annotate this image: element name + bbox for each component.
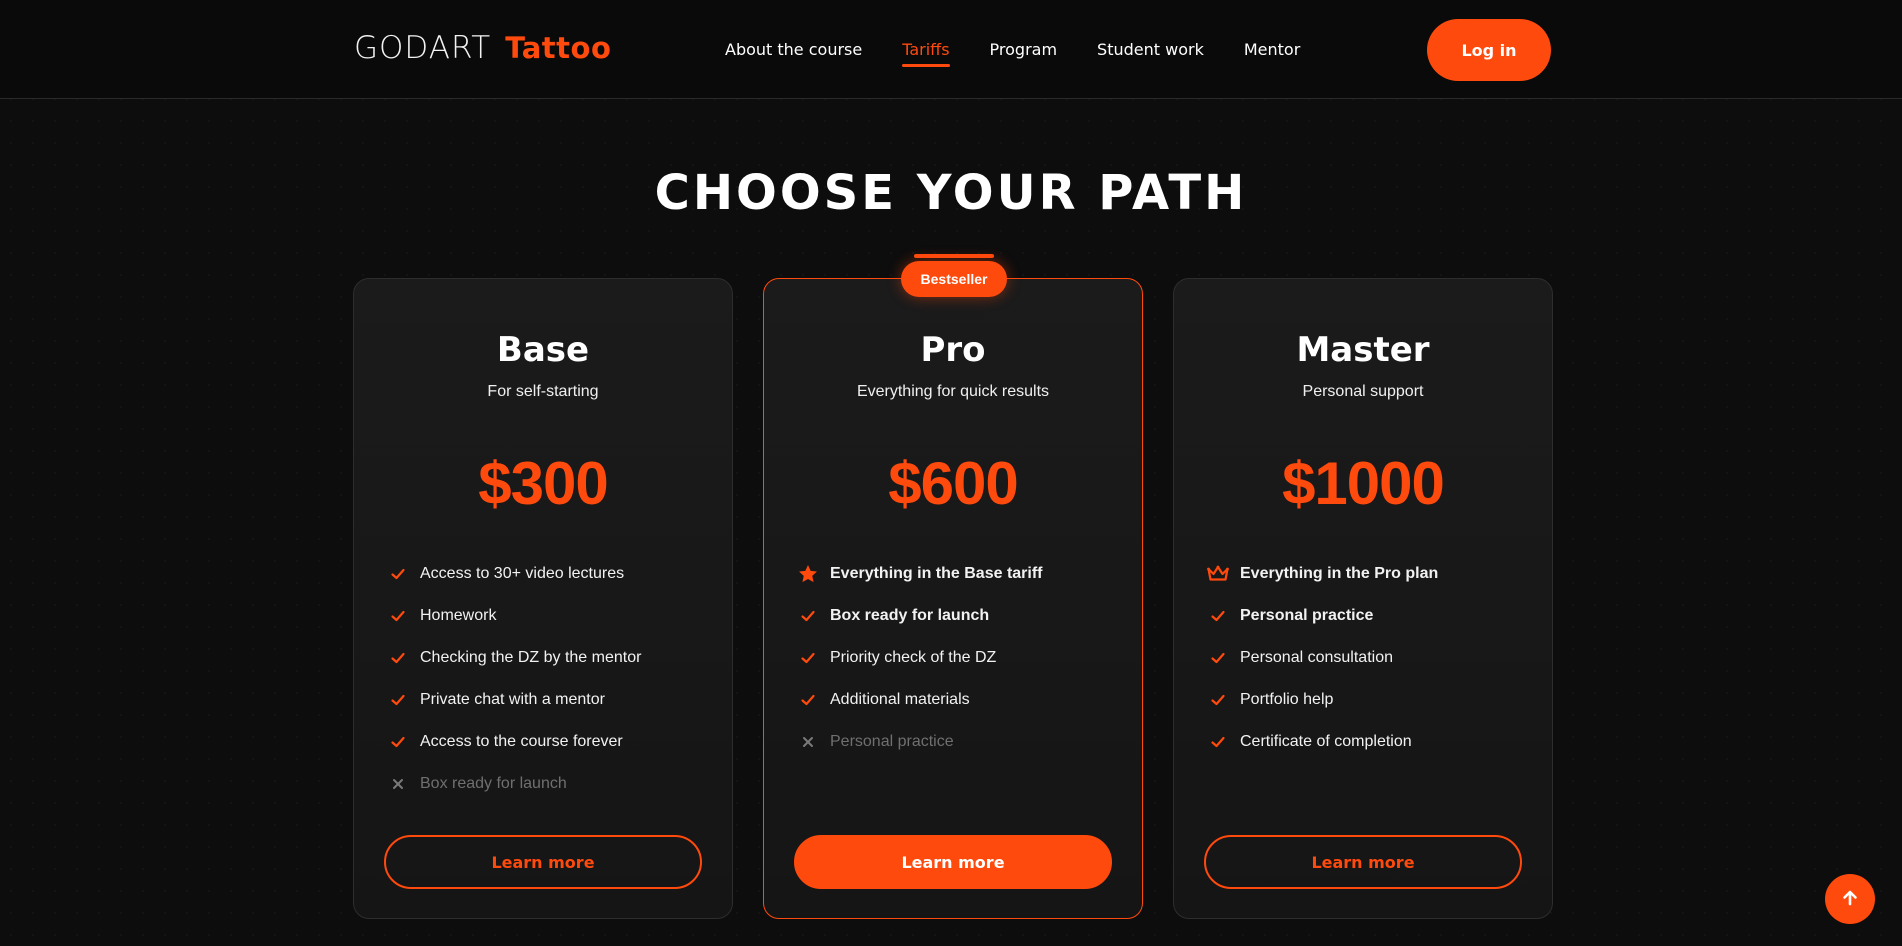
cross-icon [796,730,820,754]
plan-feature-item: Access to 30+ video lectures [386,553,706,595]
cross-icon [386,772,410,796]
learn-more-button-pro[interactable]: Learn more [794,835,1112,889]
check-icon [1206,646,1230,670]
check-icon [386,688,410,712]
plan-subtitle: Everything for quick results [856,383,1050,400]
plan-feature-item: Portfolio help [1206,679,1526,721]
plan-feature-text: Personal practice [1240,607,1374,624]
plan-feature-text: Certificate of completion [1240,733,1412,750]
main-nav: About the course Tariffs Program Student… [725,38,1300,67]
scroll-to-top-button[interactable] [1825,874,1875,924]
plan-feature-text: Personal consultation [1240,649,1393,666]
crown-icon [1206,562,1230,586]
check-icon [386,562,410,586]
plan-features: Everything in the Pro plan Personal pract… [1206,553,1526,763]
plan-feature-item: Additional materials [796,679,1116,721]
plan-feature-item: Personal practice [1206,595,1526,637]
check-icon [386,646,410,670]
login-button[interactable]: Log in [1427,19,1551,81]
check-icon [796,604,820,628]
plan-price: $600 [888,450,1018,517]
plan-feature-text: Access to the course forever [420,733,623,750]
nav-program[interactable]: Program [990,38,1058,62]
plan-feature-item: Personal consultation [1206,637,1526,679]
arrow-up-icon [1840,888,1860,911]
check-icon [1206,730,1230,754]
plan-name: Base [496,330,590,370]
plan-feature-text: Box ready for launch [420,775,567,792]
section-title: CHOOSE YOUR PATH [654,165,1248,221]
nav-tariffs[interactable]: Tariffs [902,38,950,67]
plan-feature-text: Access to 30+ video lectures [420,565,625,582]
plan-subtitle: For self-starting [487,383,599,400]
plan-card-master: Master Personal support $1000 Everything… [1173,278,1553,919]
plan-feature-item: Homework [386,595,706,637]
plan-feature-item: Access to the course forever [386,721,706,763]
check-icon [1206,688,1230,712]
nav-mentor[interactable]: Mentor [1244,38,1300,62]
plan-feature-text: Private chat with a mentor [420,691,605,708]
plan-card-base: Base For self-starting $300 Access to 30… [353,278,733,919]
check-icon [1206,604,1230,628]
plan-feature-item: Everything in the Pro plan [1206,553,1526,595]
plan-feature-text: Checking the DZ by the mentor [420,649,642,666]
plan-feature-text: Homework [420,607,497,624]
plan-features: Everything in the Base tariff Box ready f… [796,553,1116,763]
check-icon [796,646,820,670]
plan-feature-text: Everything in the Base tariff [830,565,1043,582]
plan-feature-text: Personal practice [830,733,954,750]
check-icon [386,730,410,754]
star-icon [796,562,820,586]
badge-accent-line [914,254,994,258]
plan-feature-text: Box ready for launch [830,607,990,624]
plan-name: Pro [920,330,986,370]
logo-subtitle: Tattoo [505,31,612,65]
plan-feature-text: Everything in the Pro plan [1240,565,1439,582]
plan-feature-item: Personal practice [796,721,1116,763]
nav-student-work[interactable]: Student work [1097,38,1204,62]
plan-price: $1000 [1282,450,1445,517]
plan-feature-text: Priority check of the DZ [830,649,997,666]
plan-feature-item: Private chat with a mentor [386,679,706,721]
plan-name: Master [1296,330,1430,370]
check-icon [796,688,820,712]
plan-price: $300 [478,450,608,517]
bestseller-badge: Bestseller [901,261,1007,297]
plan-feature-item: Everything in the Base tariff [796,553,1116,595]
plan-feature-item: Certificate of completion [1206,721,1526,763]
plan-feature-item: Box ready for launch [386,763,706,805]
plan-feature-text: Portfolio help [1240,691,1334,708]
plan-card-pro: Bestseller Pro Everything for quick resu… [763,254,1143,919]
logo-wordmark: GODART [354,30,492,66]
nav-about-course[interactable]: About the course [725,38,862,62]
learn-more-button-master[interactable]: Learn more [1204,835,1522,889]
plan-feature-item: Box ready for launch [796,595,1116,637]
check-icon [386,604,410,628]
plan-subtitle: Personal support [1302,383,1424,400]
site-logo[interactable]: GODART Tattoo [354,30,611,70]
plan-features: Access to 30+ video lectures Homework Chec… [386,553,706,805]
learn-more-button-base[interactable]: Learn more [384,835,702,889]
plan-feature-item: Checking the DZ by the mentor [386,637,706,679]
plan-feature-text: Additional materials [830,691,970,708]
plan-feature-item: Priority check of the DZ [796,637,1116,679]
site-header: GODART Tattoo About the course Tariffs P… [0,0,1902,99]
